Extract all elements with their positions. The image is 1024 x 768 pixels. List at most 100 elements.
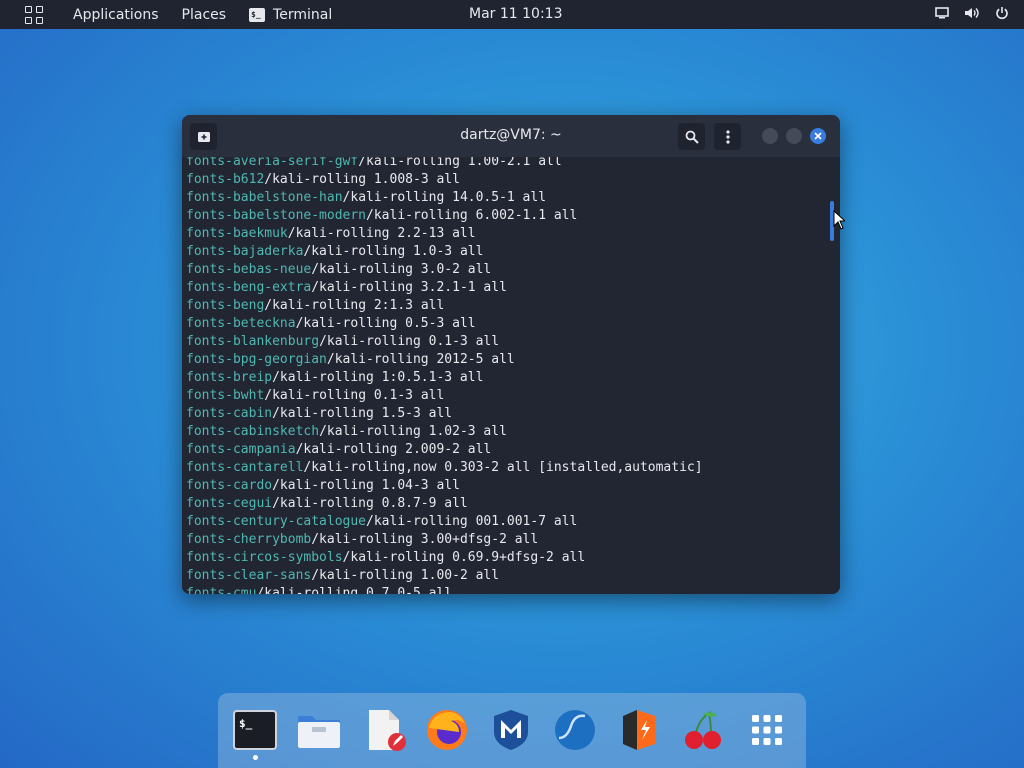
show-apps-icon — [752, 715, 782, 745]
dock-wireshark[interactable] — [552, 708, 598, 752]
terminal-line: fonts-beteckna/kali-rolling 0.5-3 all — [186, 315, 703, 333]
package-details: /kali-rolling 2.009-2 all — [295, 442, 492, 457]
terminal-line: fonts-cabin/kali-rolling 1.5-3 all — [186, 405, 703, 423]
power-icon[interactable] — [994, 5, 1010, 21]
menu-button[interactable] — [714, 123, 741, 150]
terminal-line: fonts-blankenburg/kali-rolling 0.1-3 all — [186, 333, 703, 351]
package-details: /kali-rolling 1.0-3 all — [303, 244, 484, 259]
firefox-icon — [427, 710, 467, 750]
dock-metasploit[interactable] — [488, 708, 534, 752]
package-name: fonts-babelstone-modern — [186, 208, 367, 223]
package-name: fonts-averia-serif-gwf — [186, 157, 359, 169]
package-name: fonts-cabin — [186, 406, 273, 421]
package-details: /kali-rolling 1.5-3 all — [272, 406, 453, 421]
mouse-pointer-icon — [833, 210, 845, 230]
terminal-output[interactable]: fonts-averia-serif-gwf/kali-rolling 1.00… — [182, 157, 840, 594]
terminal-line: fonts-b612/kali-rolling 1.008-3 all — [186, 171, 703, 189]
package-name: fonts-b612 — [186, 172, 265, 187]
terminal-line: fonts-cherrybomb/kali-rolling 3.00+dfsg-… — [186, 531, 703, 549]
minimize-icon[interactable] — [762, 128, 778, 144]
applications-menu[interactable]: Applications — [73, 7, 159, 23]
terminal-line: fonts-breip/kali-rolling 1:0.5.1-3 all — [186, 369, 703, 387]
package-details: /kali-rolling 0.1-3 all — [319, 334, 500, 349]
terminal-line: fonts-beng-extra/kali-rolling 3.2.1-1 al… — [186, 279, 703, 297]
package-name: fonts-beteckna — [186, 316, 296, 331]
terminal-line: fonts-baekmuk/kali-rolling 2.2-13 all — [186, 225, 703, 243]
terminal-icon: $_ — [249, 7, 266, 22]
package-details: /kali-rolling 1:0.5.1-3 all — [272, 370, 484, 385]
package-name: fonts-beng-extra — [186, 280, 312, 295]
package-name: fonts-bpg-georgian — [186, 352, 327, 367]
window-titlebar[interactable]: dartz@VM7: ~ — [182, 115, 840, 157]
terminal-line: fonts-averia-serif-gwf/kali-rolling 1.00… — [186, 157, 703, 171]
package-details: /kali-rolling 6.002-1.1 all — [366, 208, 578, 223]
menu-kebab-icon — [725, 129, 730, 144]
terminal-line: fonts-cegui/kali-rolling 0.8.7-9 all — [186, 495, 703, 513]
package-details: /kali-rolling 1.00-2 all — [311, 568, 500, 583]
package-details: /kali-rolling 3.00+dfsg-2 all — [311, 532, 539, 547]
package-details: /kali-rolling 001.001-7 all — [366, 514, 578, 529]
close-icon[interactable] — [810, 128, 826, 144]
search-icon — [685, 130, 699, 144]
window-title: dartz@VM7: ~ — [460, 127, 562, 143]
package-details: /kali-rolling 3.2.1-1 all — [311, 280, 507, 295]
package-name: fonts-beng — [186, 298, 265, 313]
burpsuite-icon — [623, 710, 655, 750]
dock-files[interactable] — [296, 708, 342, 752]
package-name: fonts-cabinsketch — [186, 424, 320, 439]
dock-show-apps[interactable] — [744, 708, 790, 752]
system-tray — [934, 5, 1010, 21]
dock-text-editor[interactable] — [362, 708, 408, 752]
search-button[interactable] — [678, 123, 705, 150]
package-details: /kali-rolling 0.1-3 all — [264, 388, 445, 403]
package-name: fonts-bebas-neue — [186, 262, 312, 277]
terminal-line: fonts-bpg-georgian/kali-rolling 2012-5 a… — [186, 351, 703, 369]
package-name: fonts-circos-symbols — [186, 550, 343, 565]
package-name: fonts-bwht — [186, 388, 265, 403]
package-details: /kali-rolling 1.008-3 all — [264, 172, 460, 187]
package-name: fonts-baekmuk — [186, 226, 288, 241]
clock[interactable]: Mar 11 10:13 — [469, 6, 562, 22]
package-details: /kali-rolling 2012-5 all — [326, 352, 515, 367]
terminal-line: fonts-bajaderka/kali-rolling 1.0-3 all — [186, 243, 703, 261]
package-name: fonts-cherrybomb — [186, 532, 312, 547]
terminal-line: fonts-clear-sans/kali-rolling 1.00-2 all — [186, 567, 703, 585]
cherrytree-icon — [685, 711, 721, 749]
dock-burpsuite[interactable] — [616, 708, 662, 752]
active-app-menu[interactable]: $_ Terminal — [249, 7, 332, 23]
running-indicator — [253, 755, 258, 760]
places-menu[interactable]: Places — [182, 7, 227, 23]
terminal-line: fonts-cmu/kali-rolling 0.7.0-5 all — [186, 585, 703, 594]
package-name: fonts-cantarell — [186, 460, 304, 475]
apps-grid-icon[interactable] — [25, 5, 43, 24]
terminal-line: fonts-beng/kali-rolling 2:1.3 all — [186, 297, 703, 315]
package-details: /kali-rolling 1.02-3 all — [319, 424, 507, 439]
display-icon[interactable] — [934, 5, 950, 21]
package-details: /kali-rolling,now 0.303-2 all [installed… — [303, 460, 703, 475]
package-details: /kali-rolling 3.0-2 all — [311, 262, 492, 277]
metasploit-icon — [494, 710, 528, 750]
dock-terminal[interactable]: $_ — [232, 708, 278, 752]
dock-cherrytree[interactable] — [680, 708, 726, 752]
terminal-line: fonts-circos-symbols/kali-rolling 0.69.9… — [186, 549, 703, 567]
package-name: fonts-babelstone-han — [186, 190, 343, 205]
package-details: /kali-rolling 2.2-13 all — [287, 226, 476, 241]
files-icon — [298, 716, 340, 748]
package-details: /kali-rolling 0.5-3 all — [295, 316, 476, 331]
terminal-line: fonts-babelstone-modern/kali-rolling 6.0… — [186, 207, 703, 225]
package-name: fonts-bajaderka — [186, 244, 304, 259]
terminal-window: dartz@VM7: ~ fonts-averia-serif-gwf/kali… — [182, 115, 840, 594]
volume-icon[interactable] — [964, 5, 980, 21]
maximize-icon[interactable] — [786, 128, 802, 144]
terminal-line: fonts-century-catalogue/kali-rolling 001… — [186, 513, 703, 531]
dock-firefox[interactable] — [424, 708, 470, 752]
terminal-line: fonts-bwht/kali-rolling 0.1-3 all — [186, 387, 703, 405]
package-details: /kali-rolling 1.04-3 all — [272, 478, 460, 493]
package-details: /kali-rolling 0.69.9+dfsg-2 all — [342, 550, 586, 565]
package-details: /kali-rolling 1.00-2.1 all — [358, 157, 562, 169]
wireshark-icon — [555, 710, 595, 750]
package-name: fonts-cegui — [186, 496, 273, 511]
package-name: fonts-blankenburg — [186, 334, 320, 349]
dock: $_ — [218, 693, 806, 768]
package-name: fonts-breip — [186, 370, 273, 385]
